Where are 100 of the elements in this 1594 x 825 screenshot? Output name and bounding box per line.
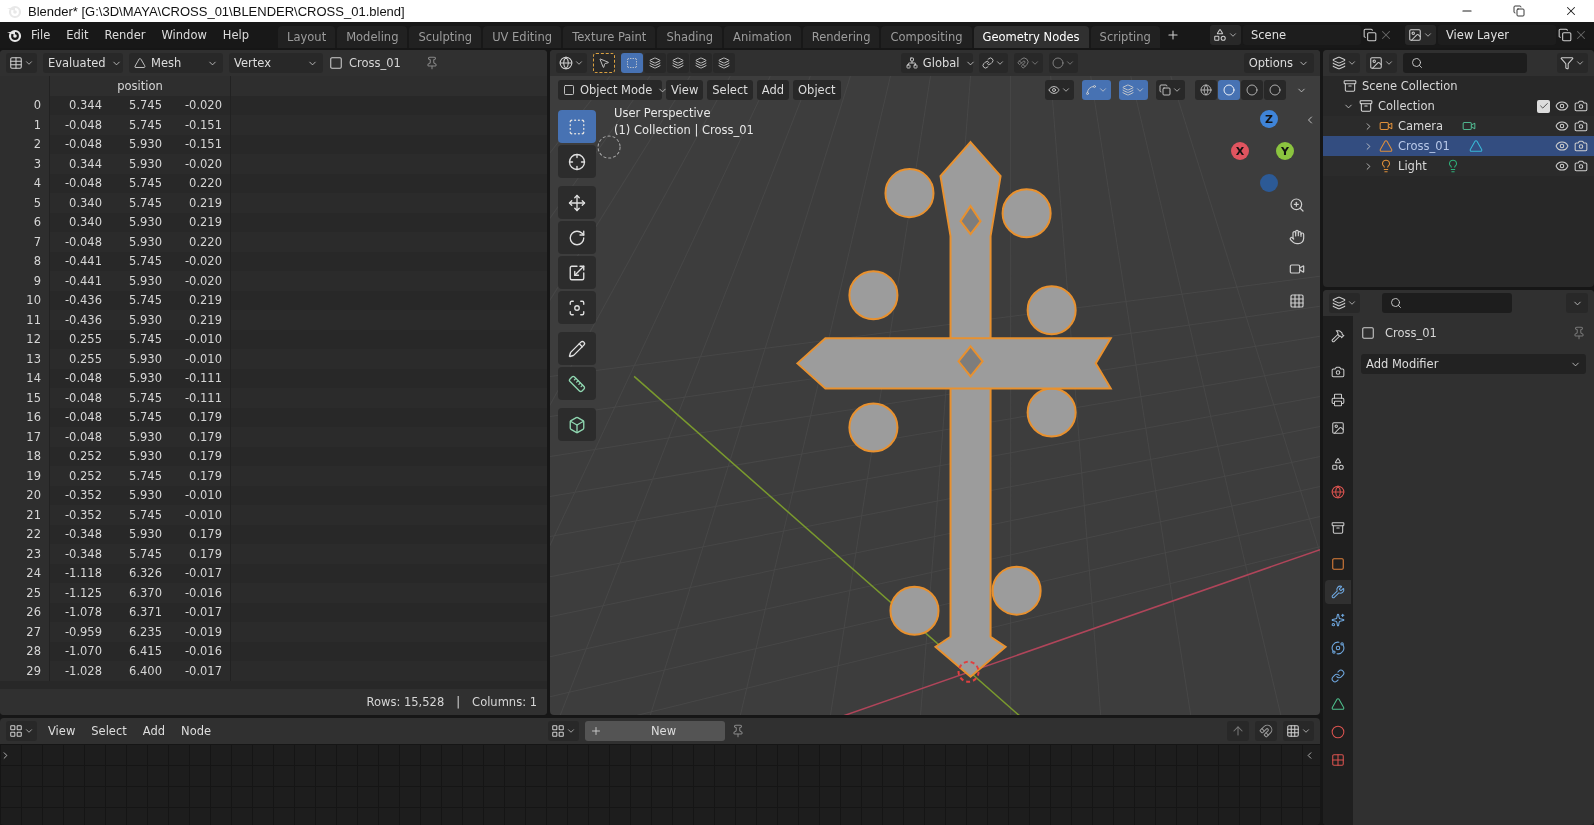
tool-select-button[interactable] [593, 53, 615, 73]
gizmo-axis[interactable]: Y [1276, 142, 1294, 160]
node-tree-browse-button[interactable] [548, 721, 580, 741]
workspace-tab[interactable]: Sculpting [409, 26, 482, 48]
menu-item[interactable]: File [24, 25, 58, 45]
view-layer-field[interactable]: View Layer [1438, 25, 1556, 45]
workspace-tab[interactable]: UV Editing [483, 26, 562, 48]
outliner-row[interactable]: Cross_01 [1323, 136, 1594, 156]
snap-toggle[interactable] [1013, 53, 1043, 73]
tool-button[interactable] [558, 221, 596, 254]
menu-item[interactable]: Window [154, 25, 214, 45]
workspace-tab[interactable]: Rendering [802, 26, 880, 48]
workspace-tab[interactable]: Shading [657, 26, 723, 48]
new-button[interactable]: New [585, 721, 726, 741]
workspace-tab[interactable]: Animation [724, 26, 801, 48]
view-name: User Perspective [614, 106, 712, 120]
overlays-toggle[interactable] [1119, 80, 1148, 100]
table-cell-text: -0.048 [63, 176, 103, 191]
select-mode-button[interactable] [621, 53, 643, 73]
view-menu-item[interactable]: Select [707, 80, 753, 100]
select-mode-button[interactable] [713, 53, 735, 73]
editor-type-button[interactable] [1329, 293, 1360, 313]
table-cell-text: -0.017 [183, 566, 223, 581]
workspace-tab[interactable]: Modeling [337, 26, 408, 48]
view-menu-item[interactable]: Object [793, 80, 841, 100]
workspace-tab[interactable]: Geometry Nodes [973, 26, 1089, 48]
shading-button[interactable] [1195, 80, 1217, 100]
workspace-tab[interactable]: Compositing [881, 26, 972, 48]
menu-item[interactable]: Help [215, 25, 257, 45]
scene-browse-button[interactable] [1210, 25, 1241, 45]
editor-type-button[interactable] [6, 721, 37, 741]
image-icon [1369, 56, 1383, 70]
search-field[interactable] [1382, 293, 1512, 313]
table-cell-text: 0.252 [68, 468, 103, 483]
select-mode-button[interactable] [667, 53, 689, 73]
table-cell-text: 6.370 [128, 585, 163, 600]
table-cell-text: 5.745 [128, 195, 163, 210]
orientation-dropdown[interactable]: Global [900, 53, 973, 73]
tool-button[interactable] [558, 186, 596, 219]
menu-item[interactable]: Edit [59, 25, 96, 45]
options-dropdown[interactable]: Options [1243, 53, 1314, 73]
add-modifier-dropdown[interactable]: Add Modifier [1361, 354, 1586, 374]
include-checkbox[interactable] [1537, 99, 1550, 113]
workspace-tab[interactable]: Texture Paint [563, 26, 656, 48]
gizmo-axis[interactable]: X [1231, 142, 1249, 160]
table-cell-text: 0.179 [188, 468, 223, 483]
tool-button[interactable] [558, 332, 596, 365]
proportional-toggle[interactable] [1048, 53, 1078, 73]
node-menu-item[interactable]: Add [137, 721, 171, 741]
object-name: Cross_01 [349, 56, 401, 70]
gizmo-toggle[interactable] [1082, 80, 1111, 100]
tool-button[interactable] [558, 291, 596, 324]
geometry-dropdown[interactable]: Mesh [129, 53, 223, 73]
layers-icon [718, 57, 730, 69]
tool-button[interactable] [558, 145, 596, 178]
evaluation-dropdown[interactable]: Evaluated [43, 53, 123, 73]
search-field[interactable] [1403, 53, 1527, 73]
node-menu-item[interactable]: Node [176, 721, 217, 741]
scene-field[interactable]: Scene [1243, 25, 1361, 45]
chevron-down-icon [24, 58, 34, 68]
workspace-tab[interactable]: Layout [278, 26, 336, 48]
tool-button[interactable] [558, 367, 596, 400]
domain-dropdown[interactable]: Vertex [229, 53, 323, 73]
chevron-down-icon [1061, 85, 1071, 95]
tool-button[interactable] [558, 256, 596, 289]
view-layer-browse-button[interactable] [1405, 25, 1436, 45]
editor-type-button[interactable] [1329, 53, 1360, 73]
restore-icon [1513, 5, 1525, 17]
display-mode-button[interactable] [1366, 53, 1397, 73]
xray-toggle[interactable] [1156, 80, 1185, 100]
view-menu-item[interactable]: View [666, 80, 704, 100]
table-cell-text: -0.016 [183, 585, 223, 600]
menu-item[interactable]: Render [97, 25, 153, 45]
editor-type-button[interactable] [556, 53, 587, 73]
archive-icon [1331, 521, 1345, 535]
node-menu-item[interactable]: View [43, 721, 81, 741]
visibility-toggle[interactable] [1045, 80, 1074, 100]
shading-button[interactable] [1218, 80, 1240, 100]
view-menu-item[interactable]: Add [756, 80, 790, 100]
workspace-tab[interactable]: Scripting [1090, 26, 1160, 48]
eye-icon [1555, 159, 1569, 173]
snap-mode-dropdown[interactable] [1283, 721, 1314, 741]
shading-button[interactable] [1264, 80, 1286, 100]
shading-button[interactable] [1241, 80, 1263, 100]
outliner-label: Light [1398, 159, 1427, 173]
chevron-down-icon [1098, 85, 1108, 95]
chevron-down-icon [1347, 298, 1357, 308]
node-menu-item[interactable]: Select [86, 721, 132, 741]
table-cell-text: 5.930 [128, 156, 163, 171]
editor-type-button[interactable] [6, 53, 37, 73]
window-title: Blender* [G:\3D\MAYA\CROSS_01\BLENDER\CROSS_01.blend] [28, 3, 405, 19]
gizmo-axis[interactable]: Z [1260, 110, 1278, 128]
pivot-dropdown[interactable] [978, 53, 1008, 73]
properties-tab[interactable] [1325, 580, 1351, 604]
filter-button[interactable] [1557, 53, 1588, 73]
snap-toggle[interactable] [1255, 721, 1277, 741]
select-mode-button[interactable] [644, 53, 666, 73]
tool-button[interactable] [558, 408, 596, 441]
select-mode-button[interactable] [690, 53, 712, 73]
table-cell-text: 5.745 [128, 468, 163, 483]
